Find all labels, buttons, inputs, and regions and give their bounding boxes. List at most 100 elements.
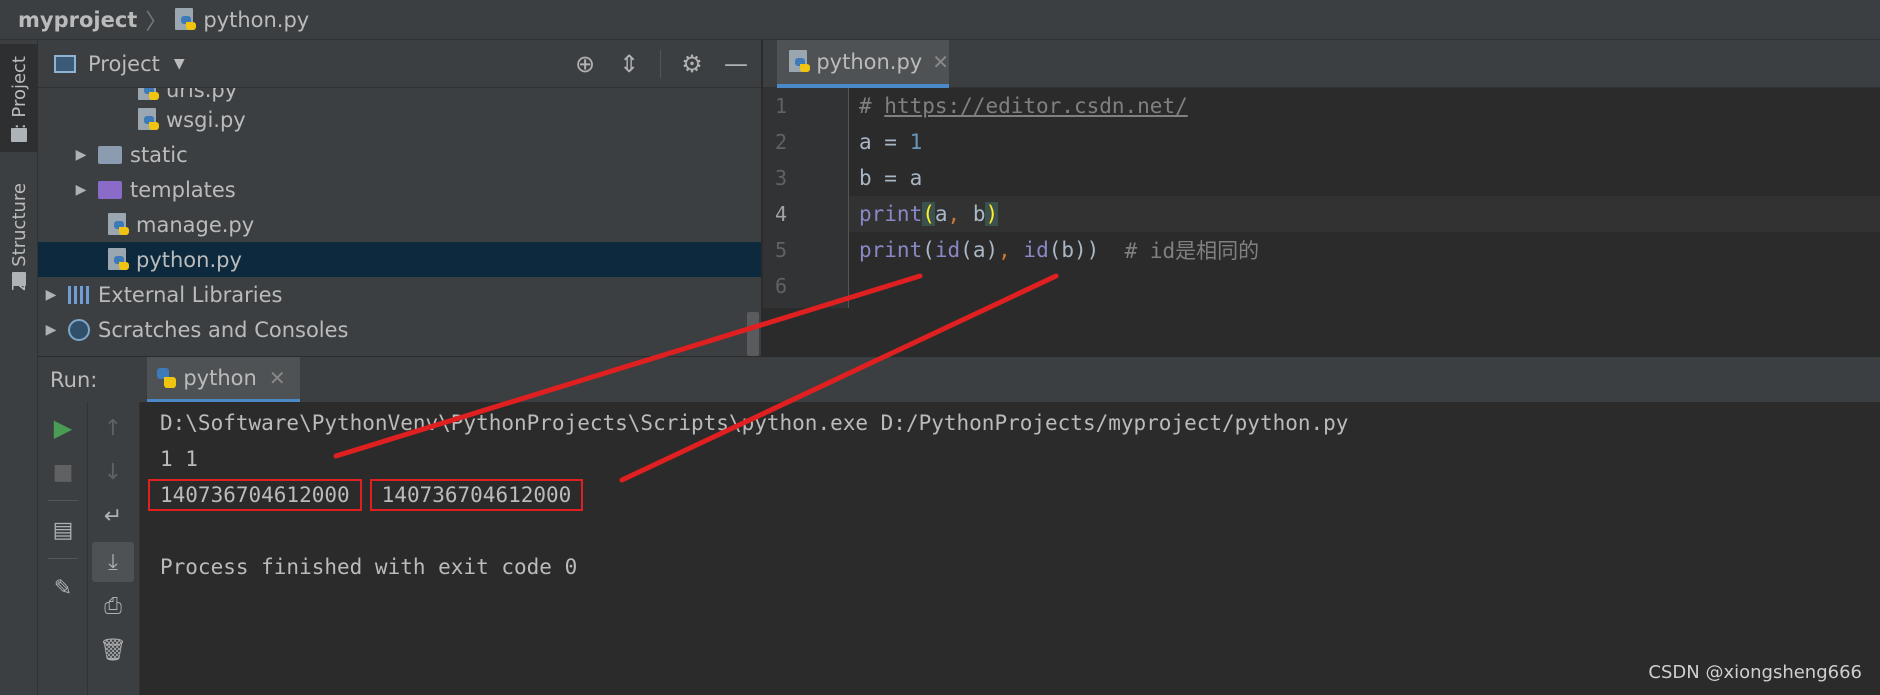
python-file-icon [108, 247, 130, 272]
id-b-value: 140736704612000 [369, 479, 584, 511]
breadcrumb-separator-icon: 〉 [145, 9, 168, 35]
expand-arrow-icon[interactable]: ▶ [72, 147, 90, 163]
code-text: (b)) [1048, 238, 1100, 262]
code-comment: # [859, 94, 885, 118]
tree-item-label: External Libraries [98, 282, 283, 307]
code-text: ( [922, 238, 935, 262]
line-number: 3 [775, 166, 788, 190]
console-finish-line: Process finished with exit code 0 [160, 555, 578, 579]
folder-icon [98, 145, 122, 164]
active-tab[interactable]: python.py ✕ [777, 40, 949, 88]
tree-item-label: urls.py [166, 88, 238, 102]
tree-item-static[interactable]: ▶ static [38, 137, 761, 172]
code-line-3[interactable]: b = a [859, 160, 922, 196]
folder-icon [11, 128, 27, 142]
tree-item-python[interactable]: python.py [38, 242, 761, 277]
project-tree: urls.py wsgi.py ▶ static ▶ templates man… [38, 88, 761, 356]
line-number: 5 [775, 238, 788, 262]
line-number: 2 [775, 130, 788, 154]
tree-item-label: python.py [136, 247, 242, 272]
code-link[interactable]: https://editor.csdn.net/ [884, 94, 1187, 118]
run-label: Run: [50, 367, 98, 392]
code-text: a = [859, 130, 910, 154]
code-builtin: print [859, 202, 923, 226]
breadcrumb-project[interactable]: myproject [18, 8, 137, 32]
tree-item-scratches[interactable]: ▶ Scratches and Consoles [38, 312, 761, 347]
left-tool-strip: 1: Project Z: Structure [0, 40, 38, 695]
breadcrumb-file[interactable]: python.py [175, 7, 310, 32]
locate-target-icon[interactable]: ⊕ [572, 51, 598, 77]
editor-tab-label: python.py [816, 50, 923, 74]
tree-item-wsgi[interactable]: wsgi.py [38, 102, 761, 137]
tree-item-label: static [130, 142, 188, 167]
console-output-line: 1 1 [160, 447, 198, 471]
tab-python-py[interactable]: python.py ✕ [777, 40, 1723, 88]
folder-icon [98, 180, 122, 199]
scratches-icon [68, 318, 90, 341]
trash-icon[interactable]: 🗑 [88, 630, 138, 670]
project-panel-header: Project ▼ ⊕ ⇕ ⚙ — [38, 40, 761, 88]
arrow-up-icon[interactable]: ↑ [88, 408, 138, 448]
structure-icon [12, 272, 26, 286]
pin-icon[interactable]: ✎ [38, 568, 88, 608]
close-icon[interactable]: ✕ [269, 366, 286, 390]
code-line-4[interactable]: print(a, b) [859, 196, 999, 232]
run-panel-header: Run: python ✕ [38, 356, 1880, 403]
print-icon[interactable]: ⎙ [88, 586, 138, 626]
code-builtin: id [1023, 238, 1049, 262]
gear-icon[interactable]: ⚙ [679, 51, 705, 77]
code-builtin: print [859, 238, 923, 262]
code-line-5[interactable]: print(id (a), id (b)) # id是相同的 [859, 232, 1259, 268]
tree-item-external-libraries[interactable]: ▶ External Libraries [38, 277, 761, 312]
python-file-icon [175, 7, 197, 32]
expand-arrow-icon[interactable]: ▶ [42, 322, 60, 338]
collapse-all-icon[interactable]: ⇕ [616, 51, 642, 77]
project-window-icon [54, 54, 76, 73]
code-paren-highlight: ) [985, 202, 999, 226]
library-icon [68, 285, 90, 304]
chevron-down-icon[interactable]: ▼ [174, 56, 185, 72]
line-number: 1 [775, 94, 788, 118]
expand-arrow-icon[interactable]: ▶ [42, 287, 60, 303]
tree-item-label: templates [130, 177, 236, 202]
code-comma: , [947, 202, 961, 226]
editor-tab-bar: python.py ✕ [763, 40, 1880, 88]
code-text: b = a [859, 166, 923, 190]
tree-item-label: Scratches and Consoles [98, 317, 349, 342]
tree-item-templates[interactable]: ▶ templates [38, 172, 761, 207]
project-panel-title[interactable]: Project [88, 52, 160, 76]
code-line-2[interactable]: a = 1 [859, 124, 922, 160]
code-editor[interactable]: 1 2 3 4 5 6 # https://editor.csdn.net/ a… [763, 88, 1880, 356]
python-file-icon [108, 212, 130, 237]
python-icon [155, 366, 177, 390]
scroll-to-end-icon[interactable]: ⤓ [92, 542, 134, 582]
tree-item-label: manage.py [136, 212, 255, 237]
tree-scrollbar[interactable] [747, 312, 759, 356]
expand-arrow-icon[interactable]: ▶ [72, 182, 90, 198]
navigation-bar: myproject 〉 python.py [0, 0, 1880, 40]
code-text: (a) [960, 238, 999, 262]
code-text: a [934, 202, 948, 226]
code-line-1[interactable]: # https://editor.csdn.net/ [859, 88, 1188, 124]
toolbar-divider [48, 500, 78, 501]
run-tab-python[interactable]: python ✕ [147, 356, 300, 403]
caret-row-highlight [849, 196, 1880, 232]
rerun-icon[interactable]: ▶ [38, 408, 88, 448]
layout-icon[interactable]: ▤ [38, 510, 88, 550]
arrow-down-icon[interactable]: ↓ [88, 452, 138, 492]
console-id-output: 140736704612000 140736704612000 [148, 478, 591, 512]
minimize-icon[interactable]: — [723, 51, 749, 77]
tree-item-manage[interactable]: manage.py [38, 207, 761, 242]
breadcrumb-file-label: python.py [203, 7, 310, 32]
python-file-icon [138, 107, 160, 132]
line-number-gutter: 1 2 3 4 5 6 [763, 88, 849, 308]
run-tab-label: python [183, 365, 257, 390]
close-icon[interactable]: ✕ [932, 50, 949, 74]
soft-wrap-icon[interactable]: ↵ [88, 496, 138, 536]
stop-icon[interactable]: ■ [38, 452, 88, 492]
tree-item-label: wsgi.py [166, 107, 246, 132]
console-command-line: D:\Software\PythonVenv\PythonProjects\Sc… [160, 411, 1349, 435]
project-panel: Project ▼ ⊕ ⇕ ⚙ — urls.py wsgi.py ▶ stat… [38, 40, 762, 356]
run-console[interactable]: D:\Software\PythonVenv\PythonProjects\Sc… [140, 402, 1880, 695]
